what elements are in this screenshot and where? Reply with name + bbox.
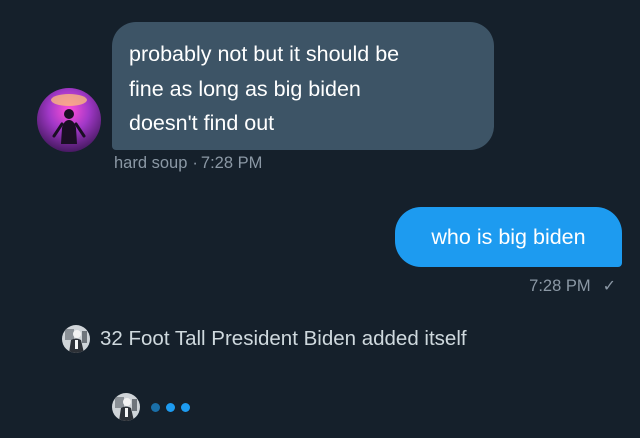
typing-dots (151, 402, 190, 412)
message-line: fine as long as big biden (129, 76, 361, 101)
incoming-message-bubble[interactable]: probably not but it should be fine as lo… (112, 22, 494, 150)
message-line: probably not but it should be (129, 42, 400, 66)
system-event: 32 Foot Tall President Biden added itsel… (62, 325, 467, 353)
message-line: doesn't find out (129, 111, 275, 135)
message-time: 7:28 PM (200, 154, 263, 172)
biden-avatar-icon[interactable] (112, 393, 140, 421)
outgoing-message-meta: 7:28 PM ✓ (529, 276, 616, 296)
outgoing-message-bubble[interactable]: who is big biden (395, 207, 622, 267)
typing-dot (166, 402, 175, 412)
system-event-text: 32 Foot Tall President Biden added itsel… (100, 327, 467, 350)
typing-dot (151, 402, 160, 412)
sender-avatar[interactable] (37, 88, 101, 152)
sent-check-icon: ✓ (602, 278, 616, 295)
meta-separator: · (192, 154, 198, 172)
typing-indicator (112, 393, 190, 421)
biden-avatar-icon (62, 325, 90, 353)
message-time: 7:28 PM (529, 277, 591, 295)
typing-dot (181, 402, 190, 412)
message-text: who is big biden (431, 225, 586, 249)
incoming-message-meta: hard soup · 7:28 PM (114, 154, 262, 173)
sender-name[interactable]: hard soup (114, 154, 187, 172)
